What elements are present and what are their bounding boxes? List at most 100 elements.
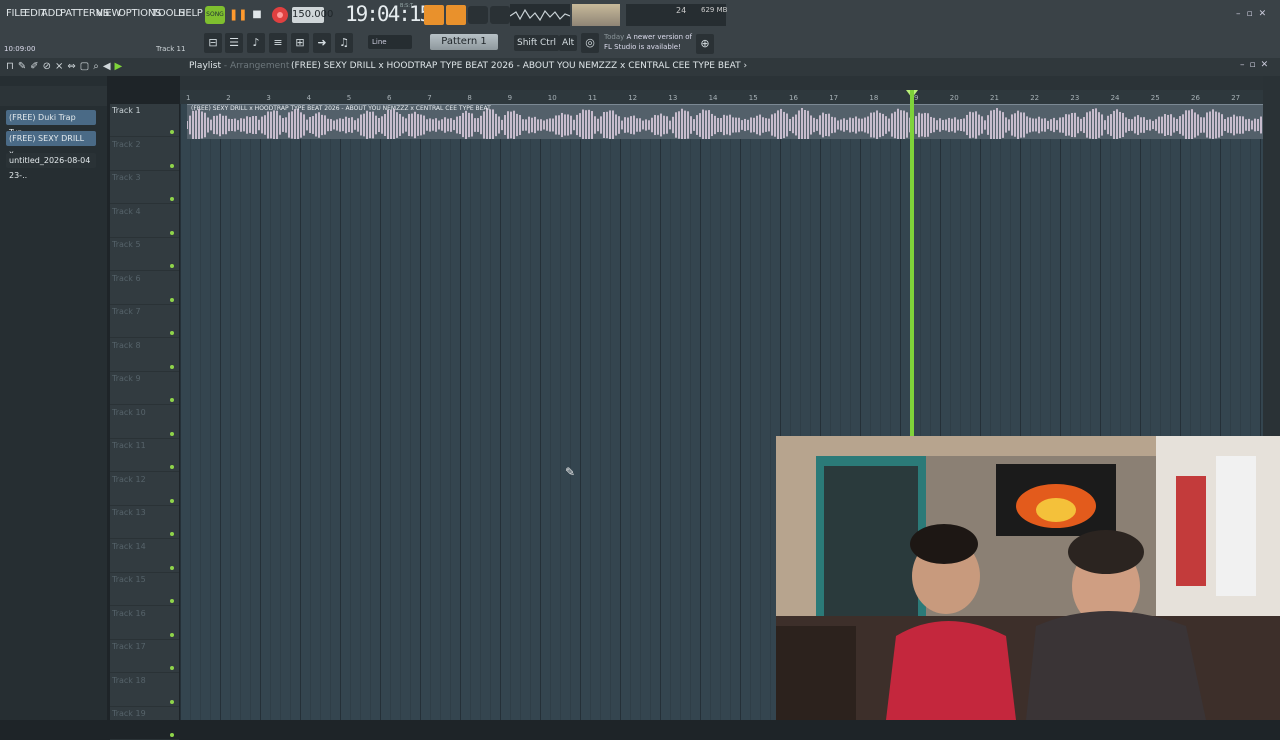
- playlist-name: Playlist: [189, 61, 221, 71]
- ruler-bar-number: 8: [467, 94, 472, 102]
- track-header[interactable]: Track 18: [110, 674, 179, 707]
- track-mute-icon[interactable]: [170, 197, 174, 201]
- news-icon[interactable]: ◎: [581, 33, 599, 53]
- news-panel[interactable]: Today A newer version of FL Studio is av…: [604, 32, 692, 52]
- track-header[interactable]: Track 10: [110, 406, 179, 439]
- track-header[interactable]: Track 5: [110, 238, 179, 271]
- mouse-cursor-icon: ✎: [565, 465, 576, 479]
- track-mute-icon[interactable]: [170, 331, 174, 335]
- loop-record-icon[interactable]: [490, 6, 510, 24]
- track-header[interactable]: Track 11: [110, 439, 179, 472]
- track-header[interactable]: Track 3: [110, 171, 179, 204]
- track-mute-icon[interactable]: [170, 364, 174, 369]
- track-mute-icon[interactable]: [170, 264, 174, 268]
- ruler-bar-number: 1: [186, 94, 191, 102]
- track-mute-icon[interactable]: [170, 699, 174, 704]
- track-mute-icon[interactable]: [170, 532, 174, 536]
- tempo-display[interactable]: 150.000: [292, 7, 333, 23]
- picker-item[interactable]: (FREE) SEXY DRILL x..: [6, 131, 96, 158]
- ruler-bar-number: 17: [829, 94, 839, 102]
- ruler-bar-number: 9: [507, 94, 513, 102]
- track-mute-icon[interactable]: [170, 163, 174, 168]
- pattern-selector[interactable]: Pattern 1: [430, 34, 498, 50]
- track-mute-icon[interactable]: [170, 733, 174, 737]
- track-label: Track 4: [112, 206, 141, 216]
- channel-rack-icon[interactable]: ☰: [225, 33, 243, 53]
- track-header[interactable]: Track 8: [110, 339, 179, 372]
- blend-notes-icon[interactable]: [468, 6, 488, 24]
- browser-icon[interactable]: ≡: [269, 33, 287, 53]
- track-header[interactable]: Track 4: [110, 205, 179, 238]
- ruler-bar-number: 18: [869, 94, 879, 102]
- plugins-icon[interactable]: ⊞: [291, 33, 309, 53]
- ruler-bar-number: 15: [748, 94, 758, 102]
- mic-icon[interactable]: ♫: [335, 33, 353, 53]
- track-mute-icon[interactable]: [170, 632, 174, 637]
- track-mute-icon[interactable]: [170, 465, 174, 469]
- globe-icon[interactable]: ⊕: [696, 34, 714, 54]
- track-label: Track 6: [112, 273, 141, 283]
- ruler-bar-number: 3: [266, 94, 271, 102]
- snap-icon[interactable]: ⊓: [6, 61, 18, 72]
- timeline-ruler[interactable]: [180, 90, 1263, 104]
- select-icon[interactable]: ▢: [80, 61, 93, 72]
- ruler-bar-number: 4: [306, 94, 312, 102]
- track-header[interactable]: Track 12: [110, 473, 179, 506]
- ruler-bar-number: 25: [1150, 94, 1160, 102]
- track-header[interactable]: Track 7: [110, 305, 179, 338]
- menu-help[interactable]: HELP: [178, 8, 203, 19]
- news-line2: FL Studio is available!: [604, 43, 681, 51]
- stop-icon[interactable]: ■: [250, 7, 264, 23]
- song-position-clock[interactable]: 19:04:15: [345, 2, 432, 26]
- track-mute-icon[interactable]: [170, 431, 174, 436]
- track-mute-icon[interactable]: [170, 230, 174, 235]
- snap-select[interactable]: Line: [368, 35, 412, 49]
- playhead[interactable]: [910, 90, 914, 440]
- brush-icon[interactable]: ✐: [30, 61, 42, 72]
- playlist-subtitle: - Arrangement: [221, 61, 290, 71]
- zoom-icon[interactable]: ⌕: [93, 61, 103, 72]
- track-header[interactable]: Track 15: [110, 573, 179, 606]
- track-mute-icon[interactable]: [170, 498, 174, 503]
- track-mute-icon[interactable]: [170, 565, 174, 570]
- track-header[interactable]: Track 6: [110, 272, 179, 305]
- mute-icon[interactable]: ⨯: [55, 61, 67, 72]
- playlist-window-controls[interactable]: –▫✕: [1240, 60, 1273, 70]
- menu-file[interactable]: FILE: [6, 8, 26, 19]
- countdown-icon[interactable]: [446, 5, 466, 25]
- playlist-tools[interactable]: ⊓✎✐⊘⨯⇔▢⌕◀▶: [6, 61, 126, 72]
- track-header[interactable]: Track 16: [110, 607, 179, 640]
- arrow-icon[interactable]: ➜: [313, 33, 331, 53]
- picker-item[interactable]: untitled_2026-08-04 23-..: [6, 153, 96, 180]
- track-header[interactable]: Track 9: [110, 372, 179, 405]
- track-header[interactable]: Track 19: [110, 707, 179, 740]
- slice-icon[interactable]: ⇔: [67, 61, 79, 72]
- picker-item[interactable]: (FREE) Duki Trap Typ..: [6, 110, 96, 137]
- window-controls[interactable]: –▫✕: [1236, 9, 1272, 19]
- master-volume-meter[interactable]: [572, 4, 620, 26]
- delete-icon[interactable]: ⊘: [43, 61, 55, 72]
- song-mode-toggle[interactable]: SONG: [205, 6, 225, 24]
- track-header[interactable]: Track 13: [110, 506, 179, 539]
- track-header[interactable]: Track 17: [110, 640, 179, 673]
- piano-roll-icon[interactable]: ♪: [247, 33, 265, 53]
- ctrl-button[interactable]: Ctrl: [537, 35, 560, 51]
- track-header[interactable]: Track 1: [110, 104, 179, 137]
- track-mute-icon[interactable]: [170, 599, 174, 603]
- track-mute-icon[interactable]: [170, 666, 174, 670]
- track-mute-icon[interactable]: [170, 130, 174, 134]
- track-mute-icon[interactable]: [170, 297, 174, 302]
- mixer-icon[interactable]: ⊟: [204, 33, 222, 53]
- track-header[interactable]: Track 2: [110, 138, 179, 171]
- record-icon[interactable]: [272, 7, 288, 23]
- speaker-icon[interactable]: ◀: [103, 61, 115, 72]
- track-mute-icon[interactable]: [170, 398, 174, 402]
- playlist-play-icon[interactable]: ▶: [115, 61, 127, 72]
- ruler-bar-number: 5: [346, 94, 352, 102]
- horizontal-scrollbar[interactable]: [180, 76, 1263, 90]
- metronome-icon[interactable]: [424, 5, 444, 25]
- track-header[interactable]: Track 14: [110, 540, 179, 573]
- pencil-icon[interactable]: ✎: [18, 61, 30, 72]
- alt-button[interactable]: Alt: [559, 35, 578, 51]
- play-icon[interactable]: ❚❚: [229, 7, 247, 23]
